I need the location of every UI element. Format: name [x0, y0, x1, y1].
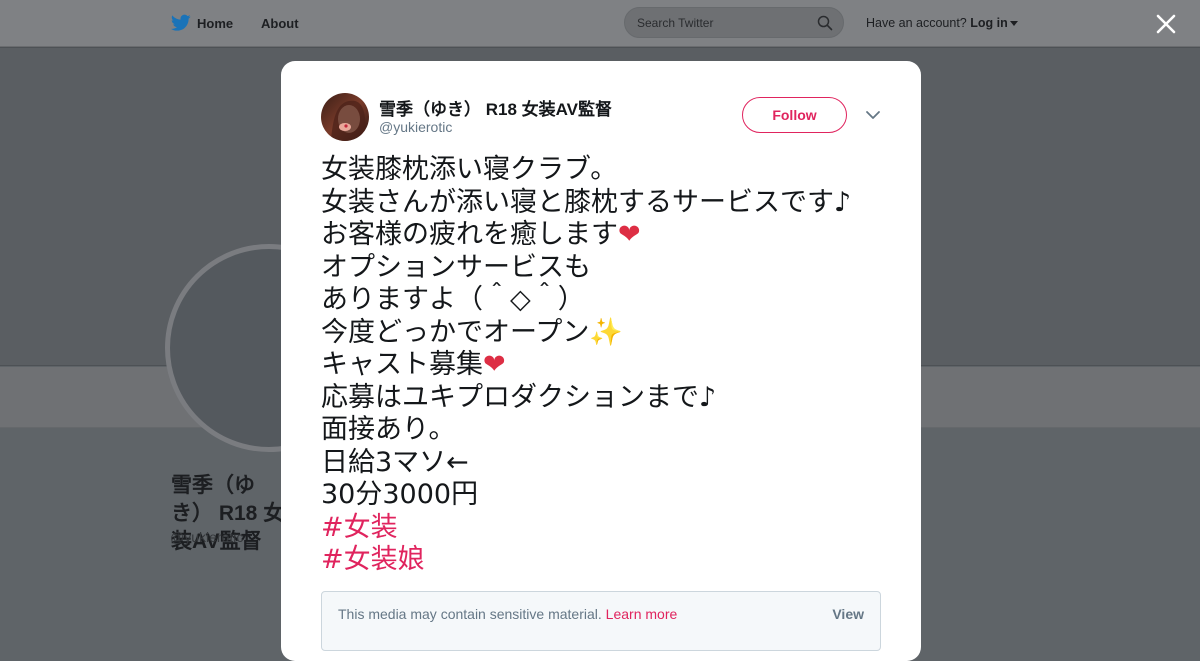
hashtag-link[interactable]: #女装娘	[321, 544, 891, 576]
top-navigation-bar: Home About Search Twitter Have an accoun…	[0, 0, 1200, 47]
heart-icon: ❤	[618, 219, 641, 250]
tweet-line-text: お客様の疲れを癒します	[321, 219, 618, 250]
nav-home-link[interactable]: Home	[197, 16, 233, 31]
twitter-bird-icon[interactable]	[171, 14, 191, 32]
tweet-line: ありますよ（＾◇＾）	[321, 284, 585, 315]
avatar-photo	[321, 93, 369, 141]
profile-handle: @yukierotic	[170, 529, 244, 545]
sensitive-message: This media may contain sensitive materia…	[338, 606, 602, 622]
hashtag-link[interactable]: #女装	[321, 512, 891, 544]
heart-icon: ❤	[483, 349, 506, 380]
author-name[interactable]: 雪季（ゆき） R18 女装AV監督	[379, 95, 612, 120]
tweet-line: 女装さんが添い寝と膝枕するサービスです♪	[321, 186, 852, 218]
tweet-line: キャスト募集❤	[321, 349, 891, 382]
sparkles-icon: ✨	[589, 316, 624, 348]
chevron-down-icon[interactable]	[865, 109, 881, 121]
follow-button[interactable]: Follow	[742, 97, 847, 133]
search-icon[interactable]	[817, 15, 833, 31]
tweet-line: オプションサービスも	[321, 251, 591, 283]
author-handle[interactable]: @yukierotic	[379, 119, 452, 135]
have-account-text: Have an account?	[866, 16, 967, 30]
account-prompt: Have an account? Log in	[866, 16, 1018, 30]
tweet-line: 面接あり。	[321, 414, 456, 445]
sensitive-notice-text: This media may contain sensitive materia…	[338, 606, 677, 622]
tweet-line-text: 今度どっかでオープン	[321, 316, 590, 348]
view-media-button[interactable]: View	[832, 606, 864, 622]
search-placeholder: Search Twitter	[637, 16, 714, 30]
author-avatar[interactable]	[321, 93, 369, 141]
close-icon[interactable]	[1152, 10, 1180, 38]
learn-more-link[interactable]: Learn more	[606, 606, 678, 622]
tweet-line: 30分3000円	[321, 479, 479, 510]
tweet-line: 日給3マソ←	[321, 446, 469, 478]
tweet-line-text: キャスト募集	[321, 349, 483, 380]
login-link[interactable]: Log in	[970, 16, 1008, 30]
sensitive-media-notice: This media may contain sensitive materia…	[321, 591, 881, 651]
tweet-text: 女装膝枕添い寝クラブ。 女装さんが添い寝と膝枕するサービスです♪ お客様の疲れを…	[321, 154, 891, 576]
search-input[interactable]: Search Twitter	[624, 7, 844, 38]
tweet-line: 女装膝枕添い寝クラブ。	[321, 154, 618, 185]
tweet-line: 応募はユキプロダクションまで♪	[321, 381, 717, 413]
nav-about-link[interactable]: About	[261, 16, 299, 31]
tweet-line: 今度どっかでオープン✨	[321, 317, 891, 350]
tweet-modal: 雪季（ゆき） R18 女装AV監督 @yukierotic Follow 女装膝…	[281, 61, 921, 661]
tweet-line: お客様の疲れを癒します❤	[321, 219, 891, 252]
chevron-down-icon[interactable]	[1009, 21, 1018, 27]
